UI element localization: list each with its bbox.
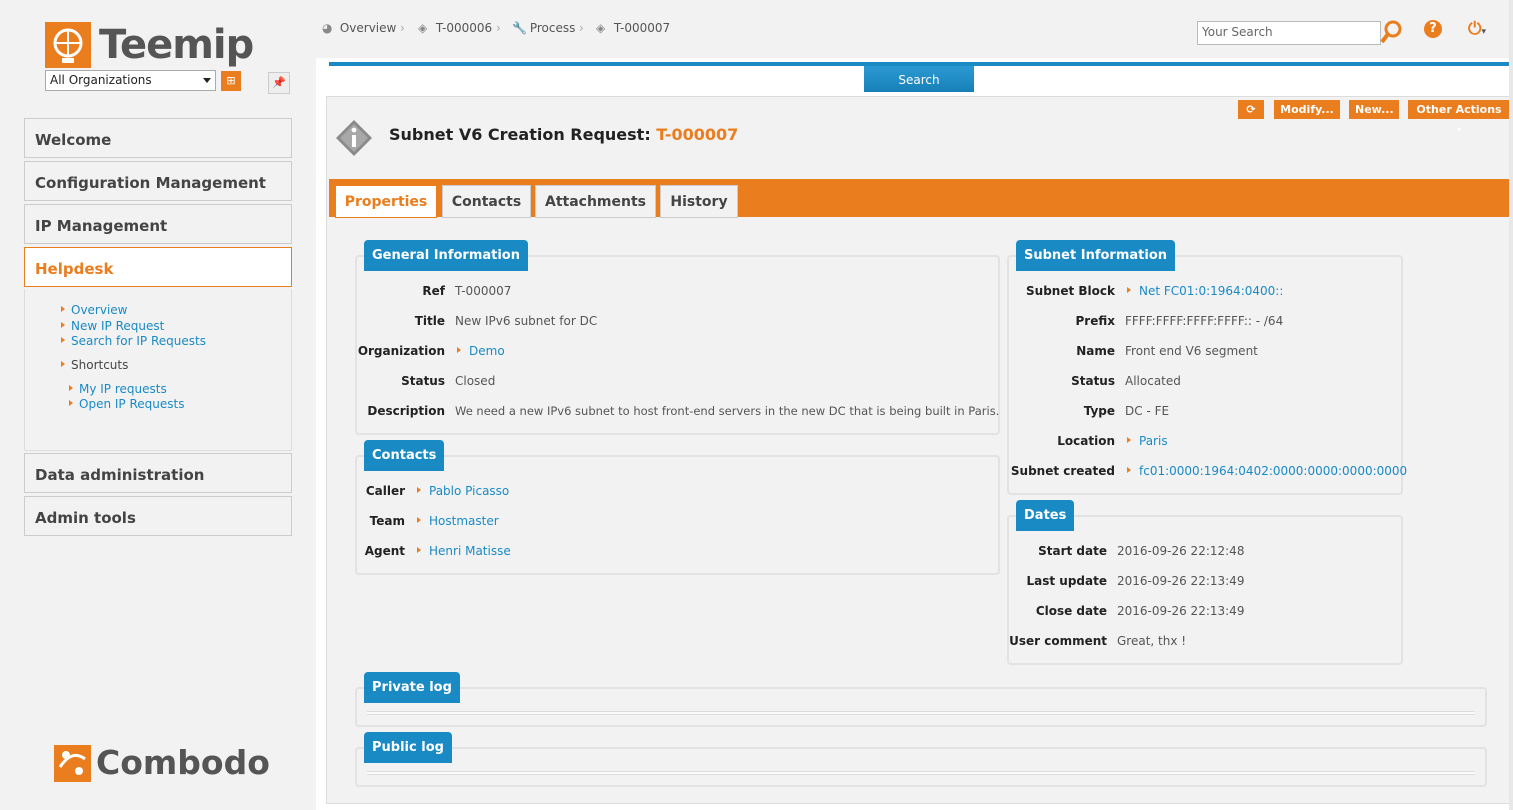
breadcrumb-item[interactable]: ◈ T-000006 (418, 21, 492, 35)
teemip-logo-icon (45, 22, 91, 68)
field-name: Name Front end V6 segment (1076, 344, 1258, 358)
hierarchy-icon: ⊞ (226, 74, 236, 87)
window-scrollbar[interactable] (1509, 0, 1513, 810)
breadcrumb-item[interactable]: 🔧 Process (512, 21, 575, 35)
object-details: ⟳ Modify... New... Other Actions ▾ Subne… (326, 96, 1511, 804)
other-actions-button[interactable]: Other Actions ▾ (1408, 100, 1510, 134)
wrench-icon: 🔧 (512, 21, 527, 35)
pie-chart-icon: ◕ (322, 21, 333, 35)
global-search-input[interactable]: Your Search (1197, 21, 1381, 45)
public-log-legend: Public log (364, 732, 452, 763)
field-subnet-created: Subnet created fc01:0000:1964:0402:0000:… (1010, 464, 1408, 478)
private-log-fieldset (355, 687, 1487, 727)
app-window: Teemip All Organizations ⊞ 📌 Welcome Con… (0, 0, 1513, 810)
field-user-comment: User comment Great, thx ! (1009, 634, 1187, 648)
tab-attachments[interactable]: Attachments (535, 185, 656, 218)
combodo-logo-icon (54, 745, 91, 782)
field-subnet-status: Status Allocated (1071, 374, 1181, 388)
breadcrumb-separator-icon: › (496, 21, 501, 35)
page-title: Subnet V6 Creation Request: T-000007 (389, 125, 739, 144)
pin-icon: 📌 (272, 76, 286, 89)
organization-link[interactable]: Demo (457, 344, 505, 358)
teemip-logo[interactable]: Teemip (45, 22, 254, 68)
teemip-logo-text: Teemip (99, 22, 254, 68)
breadcrumb-item[interactable]: ◕ Overview (322, 21, 396, 35)
tab-history[interactable]: History (660, 185, 738, 218)
ticket-icon: ◈ (596, 21, 606, 35)
dates-legend: Dates (1016, 500, 1075, 531)
subnet-information-legend: Subnet Information (1016, 240, 1175, 271)
private-log-content (367, 711, 1475, 715)
field-ref: Ref T-000007 (422, 284, 512, 298)
pin-menu-button[interactable]: 📌 (268, 72, 290, 94)
subnet-created-link[interactable]: fc01:0000:1964:0402:0000:0000:0000:0000 (1127, 464, 1407, 478)
field-close-date: Close date 2016-09-26 22:13:49 (1035, 604, 1245, 618)
field-caller: Caller Pablo Picasso (365, 484, 510, 498)
private-log-legend: Private log (364, 672, 460, 703)
menu-helpdesk[interactable]: Helpdesk (24, 247, 292, 287)
field-description: Description We need a new IPv6 subnet to… (367, 404, 1000, 418)
tab-properties[interactable]: Properties (335, 185, 437, 218)
subnet-block-link[interactable]: Net FC01:0:1964:0400:: (1127, 284, 1283, 298)
helpdesk-submenu: Overview New IP Request Search for IP Re… (24, 289, 292, 451)
field-type: Type DC - FE (1083, 404, 1170, 418)
chevron-down-icon: ▾ (1456, 125, 1461, 134)
menu-welcome[interactable]: Welcome (24, 118, 292, 158)
field-start-date: Start date 2016-09-26 22:12:48 (1038, 544, 1245, 558)
menu-admin-tools[interactable]: Admin tools (24, 496, 292, 536)
shortcut-open-ip-requests[interactable]: Open IP Requests (69, 397, 184, 411)
contacts-legend: Contacts (364, 440, 445, 471)
tab-contacts[interactable]: Contacts (442, 185, 531, 218)
organization-select-value: All Organizations (50, 73, 152, 87)
public-log-fieldset (355, 747, 1487, 787)
tab-bar: Properties Contacts Attachments History (329, 179, 1510, 218)
main-panel: Search ⟳ Modify... New... Other Actions … (316, 58, 1513, 810)
location-link[interactable]: Paris (1127, 434, 1168, 448)
breadcrumb-item-current[interactable]: ◈ T-000007 (596, 21, 670, 35)
field-organization: Organization Demo (357, 344, 505, 358)
page-title-ref: T-000007 (656, 125, 739, 144)
submenu-overview[interactable]: Overview (61, 303, 128, 317)
team-link[interactable]: Hostmaster (417, 514, 499, 528)
new-button[interactable]: New... (1349, 100, 1399, 119)
general-information-legend: General Information (364, 240, 528, 271)
field-title: Title New IPv6 subnet for DC (414, 314, 598, 328)
public-log-content (367, 771, 1475, 775)
menu-data-administration[interactable]: Data administration (24, 453, 292, 493)
left-sidebar: Teemip All Organizations ⊞ 📌 Welcome Con… (0, 0, 316, 810)
chevron-down-icon (203, 78, 211, 83)
refresh-icon: ⟳ (1246, 103, 1256, 116)
refresh-button[interactable]: ⟳ (1238, 100, 1264, 119)
search-drawer-toggle[interactable]: Search (864, 66, 974, 92)
submenu-shortcuts-heading: Shortcuts (61, 358, 128, 372)
power-icon[interactable]: ⏻▾ (1468, 19, 1496, 39)
help-icon[interactable]: ? (1424, 20, 1442, 38)
submenu-new-ip-request[interactable]: New IP Request (61, 319, 164, 333)
field-team: Team Hostmaster (369, 514, 499, 528)
ticket-icon: ◈ (418, 21, 428, 35)
field-subnet-block: Subnet Block Net FC01:0:1964:0400:: (1026, 284, 1284, 298)
search-icon[interactable] (1380, 20, 1402, 44)
caller-link[interactable]: Pablo Picasso (417, 484, 509, 498)
breadcrumb-separator-icon: › (579, 21, 584, 35)
submenu-search-ip-requests[interactable]: Search for IP Requests (61, 334, 206, 348)
agent-link[interactable]: Henri Matisse (417, 544, 511, 558)
menu-configuration-management[interactable]: Configuration Management (24, 161, 292, 201)
breadcrumb-separator-icon: › (400, 21, 405, 35)
org-tree-button[interactable]: ⊞ (221, 71, 241, 91)
field-last-update: Last update 2016-09-26 22:13:49 (1026, 574, 1245, 588)
shortcut-my-ip-requests[interactable]: My IP requests (69, 382, 167, 396)
field-agent: Agent Henri Matisse (364, 544, 511, 558)
menu-ip-management[interactable]: IP Management (24, 204, 292, 244)
combodo-logo[interactable]: Combodo (54, 744, 270, 784)
field-status: Status Closed (401, 374, 496, 388)
info-icon (335, 119, 373, 157)
field-prefix: Prefix FFFF:FFFF:FFFF:FFFF:: - /64 (1075, 314, 1284, 328)
organization-select[interactable]: All Organizations (45, 70, 216, 91)
combodo-logo-text: Combodo (96, 743, 270, 782)
modify-button[interactable]: Modify... (1274, 100, 1340, 119)
field-location: Location Paris (1057, 434, 1168, 448)
